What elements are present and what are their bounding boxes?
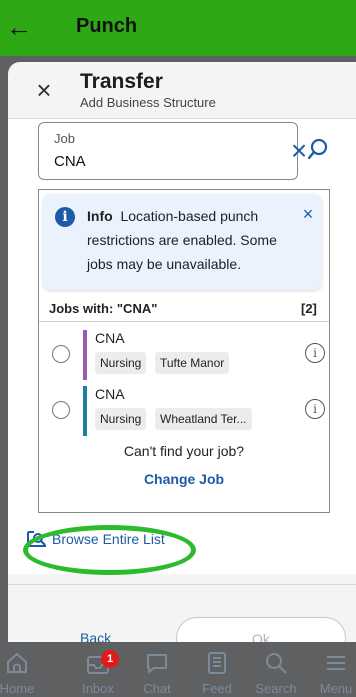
job-name: CNA [95,386,125,402]
list-item[interactable]: CNA Nursing Tufte Manor i [39,326,329,380]
search-icon [266,653,287,674]
color-bar [83,330,87,380]
job-field-label: Job [54,131,75,146]
nav-label: Search [255,681,297,696]
divider [39,321,329,322]
chip: Wheatland Ter... [155,408,252,430]
job-search-field[interactable]: Job CNA × [38,122,307,180]
nav-label: Inbox [82,681,114,696]
not-found-prompt: Can't find your job? [123,443,245,459]
divider [8,584,356,585]
nav-item-menu[interactable]: Menu [307,650,356,697]
job-field-value[interactable]: CNA [54,153,86,170]
info-icon[interactable]: i [305,399,325,419]
notification-badge: 1 [101,650,119,668]
radio-button[interactable] [52,345,70,363]
info-icon: i [55,207,75,227]
sheet-subtitle: Add Business Structure [80,95,216,110]
chip: Nursing [95,408,147,430]
info-message: Location-based punch restrictions are en… [87,208,277,272]
back-button[interactable]: Back [80,630,111,642]
radio-button[interactable] [52,401,70,419]
chip: Tufte Manor [155,352,230,374]
close-icon[interactable]: × [298,204,318,224]
nav-label: Menu [319,681,353,696]
ok-button[interactable]: Ok [176,617,346,642]
search-icon[interactable] [306,137,330,161]
nav-item-feed[interactable]: Feed [188,650,246,697]
nav-item-chat[interactable]: Chat [128,650,186,697]
transfer-sheet: × Transfer Add Business Structure Job CN… [8,62,356,642]
app-title: Punch [76,15,138,37]
info-title: Info [87,208,113,224]
bottom-nav: Home 1 Inbox Chat Feed Search Menu [0,650,356,697]
info-icon[interactable]: i [305,343,325,363]
jobs-header: Jobs with: "CNA" [49,301,158,316]
sheet-title: Transfer [80,70,163,93]
chip: Nursing [95,352,147,374]
nav-label: Chat [143,681,171,696]
chat-icon [147,654,167,673]
highlight-ellipse [23,525,196,575]
content-area: Job CNA × i Info Location-based punch re… [8,119,356,574]
app-bar: ← Punch [0,0,356,56]
arrow-left-icon[interactable]: ← [4,12,34,42]
menu-icon [327,656,345,670]
list-item[interactable]: CNA Nursing Wheatland Ter... i [39,382,329,436]
info-banner: i Info Location-based punch restrictions… [43,194,322,290]
home-icon [7,652,27,673]
job-results-panel: i Info Location-based punch restrictions… [38,189,330,513]
nav-label: Feed [202,681,232,696]
jobs-count: [2] [301,301,317,316]
color-bar [83,386,87,436]
nav-item-inbox[interactable]: 1 Inbox [69,650,127,697]
nav-item-search[interactable]: Search [247,650,305,697]
feed-icon [208,652,226,674]
change-job-link[interactable]: Change Job [39,471,329,487]
job-name: CNA [95,330,125,346]
nav-item-home[interactable]: Home [0,650,46,697]
close-icon[interactable]: × [30,76,58,104]
nav-label: Home [0,681,35,696]
